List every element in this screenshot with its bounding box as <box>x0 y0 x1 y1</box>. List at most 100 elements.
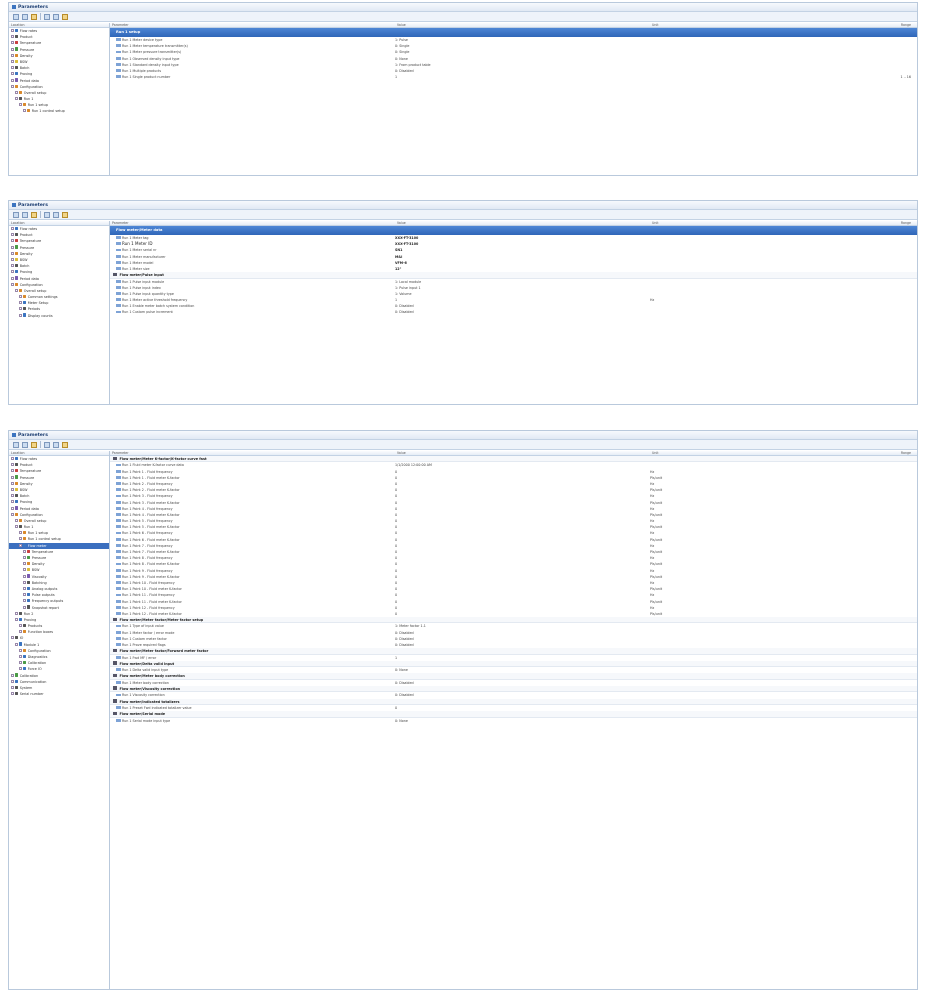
expand-icon[interactable] <box>19 667 22 671</box>
col-value[interactable]: Value <box>395 221 650 225</box>
expand-icon[interactable] <box>15 90 18 94</box>
expand-icon[interactable] <box>23 562 26 566</box>
expand-icon[interactable] <box>11 494 14 498</box>
expand-icon[interactable] <box>11 457 14 460</box>
expand-icon[interactable] <box>11 481 14 485</box>
expand-icon[interactable] <box>15 288 18 292</box>
expand-icon[interactable] <box>15 611 18 615</box>
open-icon[interactable] <box>13 211 19 218</box>
expand-icon[interactable] <box>11 41 14 45</box>
expand-icon[interactable] <box>11 84 14 88</box>
expand-icon[interactable] <box>19 648 22 652</box>
expand-icon[interactable] <box>11 685 14 689</box>
expand-icon[interactable] <box>11 673 14 677</box>
expand-icon[interactable] <box>19 543 22 547</box>
expand-icon[interactable] <box>23 593 26 597</box>
expand-icon[interactable] <box>19 301 22 305</box>
filter-icon[interactable] <box>62 211 68 218</box>
expand-icon[interactable] <box>23 109 26 113</box>
expand-icon[interactable] <box>11 282 14 286</box>
expand-icon[interactable] <box>11 475 14 479</box>
value-cell[interactable]: 0: Disabled <box>395 309 650 315</box>
filter-icon[interactable] <box>62 13 68 20</box>
expand-icon[interactable] <box>11 692 14 696</box>
filter-icon[interactable] <box>62 441 68 448</box>
expand-icon[interactable] <box>15 642 18 646</box>
expand-icon[interactable] <box>11 270 14 274</box>
col-unit[interactable]: Unit <box>650 23 870 27</box>
grid-icon[interactable] <box>53 441 59 448</box>
expand-icon[interactable] <box>11 239 14 243</box>
expand-icon[interactable] <box>11 47 14 51</box>
col-unit[interactable]: Unit <box>650 451 870 455</box>
expand-icon[interactable] <box>19 295 22 299</box>
col-parameter[interactable]: Parameter <box>110 221 395 225</box>
expand-icon[interactable] <box>11 72 14 76</box>
expand-icon[interactable] <box>15 518 18 522</box>
expand-icon[interactable] <box>11 35 14 39</box>
expand-icon[interactable] <box>11 251 14 255</box>
expand-icon[interactable] <box>19 537 22 541</box>
open-icon[interactable] <box>13 13 19 20</box>
expand-icon[interactable] <box>11 506 14 510</box>
table-row[interactable]: Run 1 Custom pulse increment 0: Disabled <box>110 309 917 315</box>
expand-icon[interactable] <box>23 605 26 609</box>
expand-icon[interactable] <box>19 661 22 665</box>
expand-icon[interactable] <box>19 307 22 311</box>
compare-icon[interactable] <box>44 13 50 20</box>
export-icon[interactable] <box>31 441 37 448</box>
expand-icon[interactable] <box>19 630 22 634</box>
col-range[interactable]: Range <box>870 23 917 27</box>
expand-icon[interactable] <box>23 568 26 572</box>
tree-node[interactable]: Run 1 control setup <box>9 108 109 114</box>
expand-icon[interactable] <box>11 469 14 473</box>
expand-icon[interactable] <box>11 257 14 261</box>
expand-icon[interactable] <box>19 655 22 658</box>
tree-node[interactable]: Serial number <box>9 691 109 697</box>
expand-icon[interactable] <box>23 580 26 584</box>
export-icon[interactable] <box>31 211 37 218</box>
col-value[interactable]: Value <box>395 23 650 27</box>
expand-icon[interactable] <box>19 103 22 107</box>
expand-icon[interactable] <box>15 97 18 101</box>
expand-icon[interactable] <box>11 636 14 640</box>
expand-icon[interactable] <box>11 463 14 467</box>
save-icon[interactable] <box>22 211 28 218</box>
expand-icon[interactable] <box>11 59 14 63</box>
expand-icon[interactable] <box>11 233 14 237</box>
expand-icon[interactable] <box>11 66 14 70</box>
expand-icon[interactable] <box>11 679 14 683</box>
expand-icon[interactable] <box>15 617 18 621</box>
col-range[interactable]: Range <box>870 451 917 455</box>
expand-icon[interactable] <box>19 624 22 628</box>
expand-icon[interactable] <box>11 29 14 32</box>
compare-icon[interactable] <box>44 441 50 448</box>
tree-node[interactable]: Display counts <box>9 313 109 319</box>
expand-icon[interactable] <box>11 264 14 268</box>
col-value[interactable]: Value <box>395 451 650 455</box>
expand-icon[interactable] <box>15 525 18 529</box>
expand-icon[interactable] <box>23 599 26 603</box>
expand-icon[interactable] <box>11 53 14 57</box>
table-row[interactable]: Run 1 Single product number 1 1 .. 16 <box>110 74 917 80</box>
expand-icon[interactable] <box>19 313 22 317</box>
grid-icon[interactable] <box>53 211 59 218</box>
expand-icon[interactable] <box>23 556 26 559</box>
col-parameter[interactable]: Parameter <box>110 451 395 455</box>
expand-icon[interactable] <box>11 78 14 82</box>
expand-icon[interactable] <box>23 574 26 578</box>
save-icon[interactable] <box>22 441 28 448</box>
col-range[interactable]: Range <box>870 221 917 225</box>
section-header[interactable]: Flow meter/Meter data <box>110 226 917 235</box>
expand-icon[interactable] <box>19 531 22 535</box>
expand-icon[interactable] <box>11 276 14 280</box>
expand-icon[interactable] <box>11 227 14 230</box>
section-header[interactable]: Run 1 setup <box>110 28 917 37</box>
compare-icon[interactable] <box>44 211 50 218</box>
expand-icon[interactable] <box>11 487 14 491</box>
expand-icon[interactable] <box>11 245 14 249</box>
col-parameter[interactable]: Parameter <box>110 23 395 27</box>
export-icon[interactable] <box>31 13 37 20</box>
col-unit[interactable]: Unit <box>650 221 870 225</box>
expand-icon[interactable] <box>11 512 14 516</box>
